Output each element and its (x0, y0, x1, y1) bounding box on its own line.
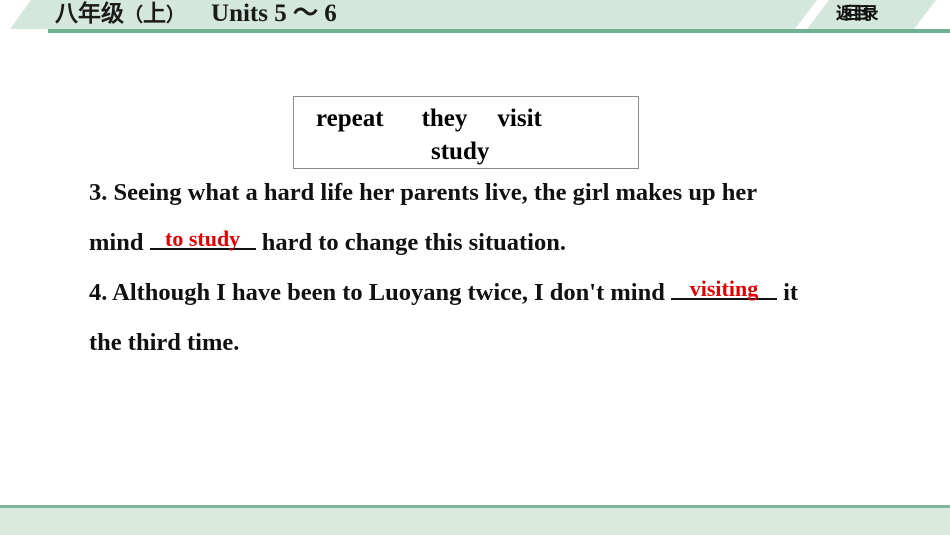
answer-blank-question-3[interactable]: to study (149, 218, 256, 268)
volume-label: 上 (143, 1, 167, 27)
paren-open: （ (124, 4, 144, 26)
page-header: 八年级（上） Units 5 ～ 6 返回目录 (0, 0, 950, 33)
question-3-line-2: mind to study hard to change this situat… (89, 218, 566, 268)
word-bank-row-2: study (294, 138, 777, 166)
question-3-line-1: 3. Seeing what a hard life her parents l… (89, 179, 758, 206)
answer-text-to-study: to study (165, 226, 241, 251)
word-bank-item-they: they (421, 105, 468, 132)
back-to-contents-button[interactable]: 返回目录 (836, 1, 879, 28)
answer-text-visiting: visiting (689, 276, 759, 301)
answer-blank-question-4[interactable]: visiting (670, 268, 777, 318)
paren-close: ） (166, 4, 186, 26)
question-4-line-2: the third time. (89, 329, 240, 356)
question-3-text-before-blank: mind (89, 229, 150, 256)
word-bank-box: repeat they visit study (293, 96, 639, 169)
word-bank-item-repeat: repeat (316, 105, 384, 132)
question-3-text-after-blank: hard to change this situation. (255, 229, 566, 256)
question-4-line-1: 4. Although I have been to Luoyang twice… (89, 268, 798, 318)
question-4-text-before-blank: 4. Although I have been to Luoyang twice… (89, 279, 671, 306)
grade-label: 八年级 (55, 1, 124, 27)
units-label: Units 5 ～ 6 (211, 0, 337, 27)
page-title: 八年级（上） Units 5 ～ 6 (55, 0, 337, 29)
page-footer (0, 505, 950, 535)
word-bank-item-study: study (431, 138, 490, 165)
word-bank-item-visit: visit (497, 105, 542, 132)
word-bank-row-1: repeat they visit (294, 105, 662, 133)
question-4-text-after-blank: it (776, 279, 799, 306)
header-underline (48, 29, 950, 33)
